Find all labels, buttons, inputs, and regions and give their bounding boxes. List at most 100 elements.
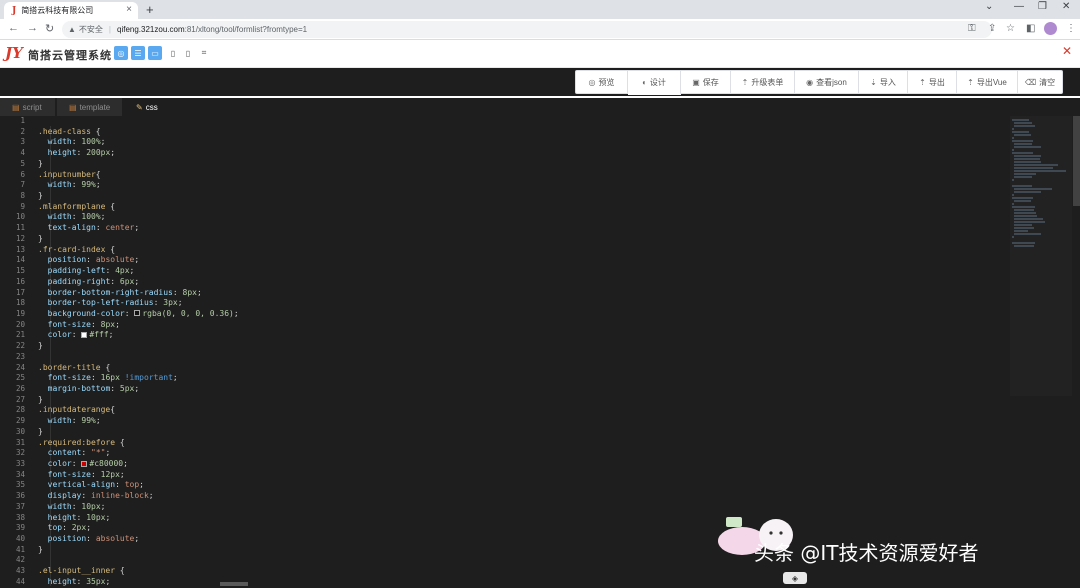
editor-tab-bar: ▤ script ▤ template ✎ css — [0, 98, 1080, 116]
minimap-line — [1014, 122, 1033, 124]
line-number: 3 — [20, 137, 25, 147]
code-editor[interactable]: 1 2 3 4 5 6 7 8 9 10 11 12 13 14 15 16 17 18 19 20 21 22 23 24 2… — [0, 116, 1080, 586]
minimap-line — [1012, 203, 1014, 205]
restore-icon[interactable]: ❐ — [1038, 1, 1047, 12]
export-vue-icon: ⇡ — [967, 77, 974, 87]
minimap-line — [1014, 218, 1043, 220]
code-icon[interactable]: ⌗ — [197, 46, 211, 60]
tab-css-label: css — [145, 102, 158, 112]
minimap-line — [1014, 191, 1042, 193]
code-line: width: 10px; — [47, 501, 106, 511]
browser-tab[interactable]: J 简搭云科技有限公司 × — [4, 2, 138, 19]
line-number-gutter: 1 2 3 4 5 6 7 8 9 10 11 12 13 14 15 16 17 18 19 20 21 22 23 24 2… — [0, 116, 25, 588]
code-line: width: 100%; — [47, 212, 106, 222]
more-icon[interactable]: ⋮ — [1066, 23, 1076, 34]
import-button[interactable]: ⇣ 导入 — [859, 70, 908, 94]
back-icon[interactable]: ← — [8, 22, 19, 34]
code-line: .head-class { — [38, 126, 101, 136]
window-close-icon[interactable]: ✕ — [1062, 1, 1070, 12]
share-icon[interactable]: ⇪ — [988, 23, 996, 34]
minimap-line — [1014, 221, 1046, 223]
security-label: 不安全 — [78, 25, 103, 34]
new-tab-icon[interactable]: + — [146, 2, 154, 17]
line-number: 35 — [15, 480, 25, 490]
minimize-icon[interactable]: — — [1014, 1, 1024, 12]
view-json-button[interactable]: ◉ 查看json — [795, 70, 859, 94]
line-number: 2 — [20, 126, 25, 136]
vertical-scrollbar[interactable] — [1073, 116, 1080, 206]
jd-logo-icon: J — [12, 5, 17, 16]
minimap-line — [1014, 233, 1042, 235]
app-name: 简搭云管理系统 — [28, 49, 112, 62]
horizontal-scrollbar[interactable] — [220, 582, 248, 586]
code-line: .inputnumber{ — [38, 169, 101, 179]
clear-button[interactable]: ⌫ 清空 — [1018, 70, 1063, 94]
code-line: display: inline-block; — [47, 491, 154, 501]
minimap[interactable] — [1010, 116, 1072, 396]
url-field[interactable]: ▲ 不安全 | qifeng.321zou.com :81/xltong/too… — [62, 21, 992, 38]
preview-icon: ◎ — [588, 77, 596, 87]
code-line: } — [38, 426, 43, 436]
line-number: 19 — [15, 308, 25, 318]
code-line: border-bottom-right-radius: 8px; — [47, 287, 202, 297]
avatar[interactable] — [1044, 22, 1057, 35]
chevron-down-icon[interactable]: ⌄ — [985, 1, 993, 12]
minimap-line — [1014, 146, 1042, 148]
code-line: .border-title { — [38, 362, 111, 372]
line-number: 20 — [15, 319, 25, 329]
line-number: 30 — [15, 426, 25, 436]
desktop-view-icon[interactable]: ▭ — [148, 46, 162, 60]
color-swatch[interactable] — [134, 310, 141, 317]
close-icon[interactable]: × — [126, 4, 132, 15]
color-swatch[interactable] — [81, 331, 88, 338]
design-button[interactable]: ◐ 设计 — [628, 70, 681, 95]
tab-script[interactable]: ▤ script — [0, 98, 55, 116]
forward-icon[interactable]: → — [27, 22, 38, 34]
pad-icon[interactable]: ▯ — [181, 46, 195, 60]
line-number: 29 — [15, 416, 25, 426]
key-icon[interactable]: ⚿ — [968, 23, 976, 34]
export-vue-button[interactable]: ⇡ 导出Vue — [957, 70, 1018, 94]
tablet-view-icon[interactable]: ☰ — [131, 46, 145, 60]
designer-toolbar: ◎ 预览 ◐ 设计 ▣ 保存 ⇡ 升级表单 ◉ 查看json ⇣ 导入 ⇡ 导出 ⇡ 导出Vue… — [575, 70, 1063, 95]
clear-button-label: 清空 — [1039, 77, 1056, 87]
mobile-view-icon[interactable]: ◎ — [114, 46, 128, 60]
minimap-line — [1012, 137, 1014, 139]
line-number: 37 — [15, 501, 25, 511]
color-swatch[interactable] — [81, 460, 88, 467]
tab-css[interactable]: ✎ css — [124, 98, 168, 116]
minimap-line — [1014, 161, 1042, 163]
export-icon: ⇡ — [919, 77, 926, 87]
code-area[interactable]: .head-class { width: 100%; height: 200px… — [38, 116, 1008, 588]
minimap-line — [1012, 179, 1014, 181]
code-line: .inputdaterange{ — [38, 405, 116, 415]
view-json-button-label: 查看json — [816, 77, 847, 87]
upgrade-form-button[interactable]: ⇡ 升级表单 — [731, 70, 795, 94]
sidepanel-icon[interactable]: ◧ — [1026, 23, 1035, 34]
upgrade-icon: ⇡ — [741, 77, 749, 87]
phone-icon[interactable]: ▯ — [166, 46, 180, 60]
star-icon[interactable]: ☆ — [1006, 23, 1015, 34]
line-number: 38 — [15, 512, 25, 522]
line-number: 6 — [20, 169, 25, 179]
minimap-line — [1014, 170, 1066, 172]
preview-button[interactable]: ◎ 预览 — [575, 70, 628, 94]
code-line: margin-bottom: 5px; — [47, 383, 140, 393]
minimap-line — [1014, 230, 1029, 232]
line-number: 26 — [15, 383, 25, 393]
save-button[interactable]: ▣ 保存 — [681, 70, 731, 94]
code-line: font-size: 16px !important; — [47, 373, 178, 383]
reload-icon[interactable]: ↻ — [45, 22, 54, 35]
tab-template[interactable]: ▤ template — [57, 98, 122, 116]
line-number: 23 — [15, 351, 25, 361]
app-close-icon[interactable]: ✕ — [1062, 44, 1072, 58]
export-button[interactable]: ⇡ 导出 — [908, 70, 957, 94]
line-number: 41 — [15, 544, 25, 554]
line-number: 5 — [20, 158, 25, 168]
line-number: 9 — [20, 201, 25, 211]
minimap-line — [1012, 242, 1036, 244]
minimap-line — [1012, 119, 1029, 121]
code-line: color: #c80000; — [47, 459, 128, 468]
